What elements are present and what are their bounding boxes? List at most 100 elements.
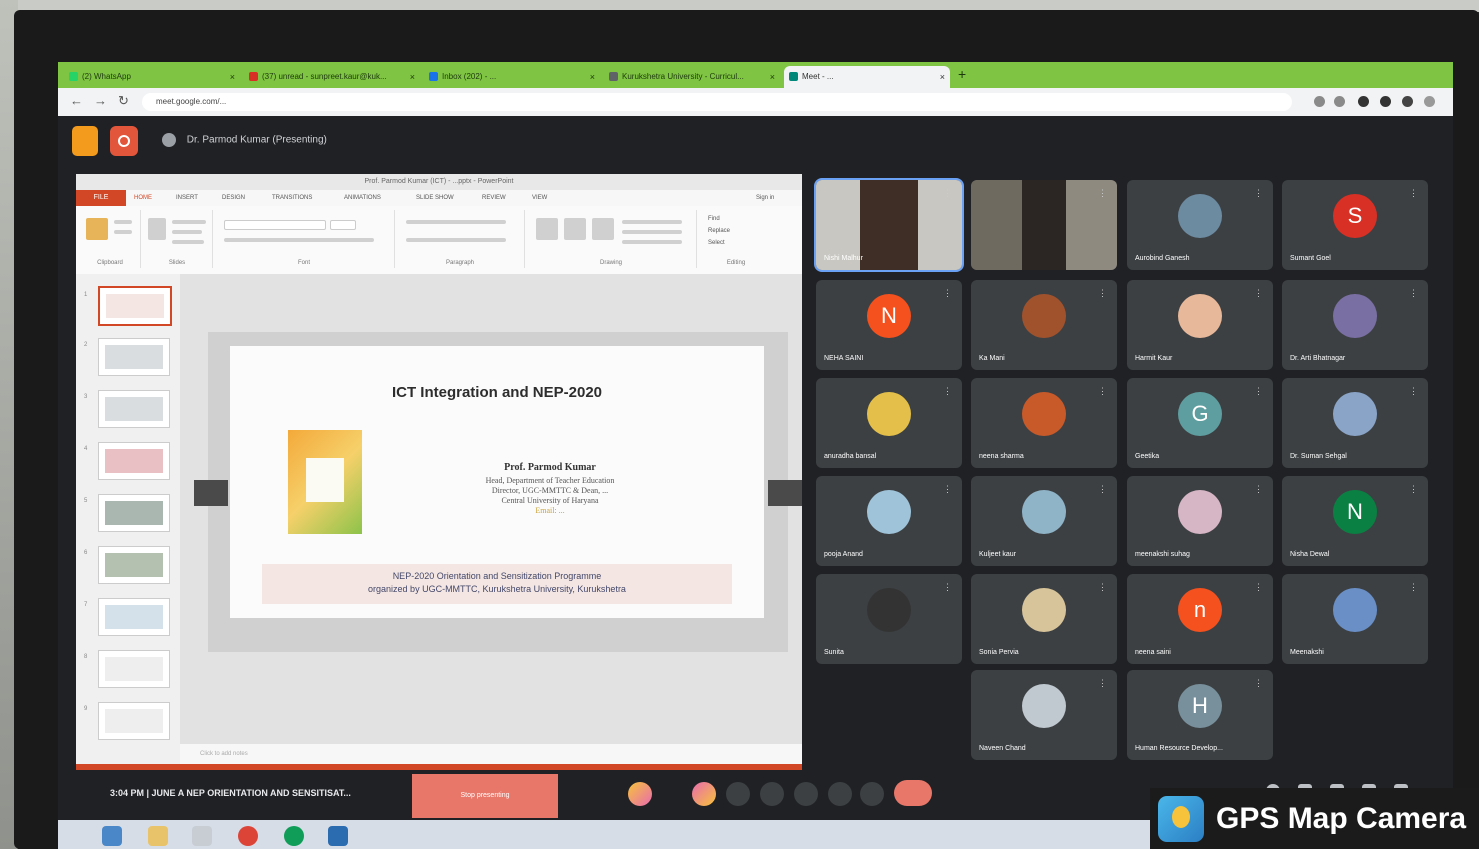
- more-options-icon[interactable]: [860, 782, 884, 806]
- profile-avatar[interactable]: [1402, 96, 1413, 107]
- slide-thumbnail[interactable]: [98, 338, 170, 376]
- tab-view[interactable]: VIEW: [532, 190, 547, 206]
- arrow-forward-icon[interactable]: →: [94, 93, 107, 108]
- slide-thumbnail[interactable]: [98, 286, 172, 326]
- participant-tile[interactable]: anuradha bansal ⋮: [816, 378, 962, 468]
- browser-tab-mail[interactable]: (37) unread - sunpreet.kaur@kuk... ×: [244, 66, 420, 88]
- participant-tile[interactable]: pooja Anand ⋮: [816, 476, 962, 566]
- new-tab-button[interactable]: +: [958, 66, 966, 82]
- slides-app-button[interactable]: [72, 126, 98, 156]
- participant-tile[interactable]: n neena saini ⋮: [1127, 574, 1273, 664]
- tab-insert[interactable]: INSERT: [176, 190, 198, 206]
- more-vert-icon[interactable]: ⋮: [1409, 188, 1418, 199]
- more-vert-icon[interactable]: ⋮: [1098, 484, 1107, 495]
- media-player-icon[interactable]: [192, 826, 212, 846]
- font-format-buttons[interactable]: [224, 238, 374, 242]
- tab-home[interactable]: HOME: [134, 190, 152, 206]
- more-vert-icon[interactable]: ⋮: [1254, 582, 1263, 593]
- present-screen-icon[interactable]: [794, 782, 818, 806]
- slide-thumbnail[interactable]: [98, 702, 170, 740]
- extension-icon[interactable]: [1314, 96, 1325, 107]
- arrange-icon[interactable]: [564, 218, 586, 240]
- tab-review[interactable]: REVIEW: [482, 190, 506, 206]
- more-vert-icon[interactable]: ⋮: [1098, 678, 1107, 689]
- more-vert-icon[interactable]: ⋮: [1409, 582, 1418, 593]
- section-button[interactable]: [172, 240, 204, 244]
- word-icon[interactable]: [328, 826, 348, 846]
- reload-icon[interactable]: ↻: [118, 93, 129, 109]
- windows-start-icon[interactable]: [102, 826, 122, 846]
- participant-tile[interactable]: Aurobind Ganesh ⋮: [1127, 180, 1273, 270]
- more-vert-icon[interactable]: ⋮: [943, 188, 952, 199]
- more-vert-icon[interactable]: ⋮: [1409, 288, 1418, 299]
- more-vert-icon[interactable]: ⋮: [1098, 288, 1107, 299]
- close-icon[interactable]: ×: [230, 66, 235, 88]
- new-slide-icon[interactable]: [148, 218, 166, 240]
- notes-pane[interactable]: Click to add notes: [180, 744, 802, 764]
- font-name-select[interactable]: [224, 220, 326, 230]
- extensions-puzzle-icon[interactable]: [1380, 96, 1391, 107]
- more-vert-icon[interactable]: ⋮: [1254, 288, 1263, 299]
- more-vert-icon[interactable]: ⋮: [1098, 188, 1107, 199]
- find-button[interactable]: Find: [708, 216, 720, 222]
- tab-slide-show[interactable]: SLIDE SHOW: [416, 190, 454, 206]
- sign-in-link[interactable]: Sign in: [756, 190, 774, 206]
- more-vert-icon[interactable]: ⋮: [1254, 386, 1263, 397]
- extension-icon[interactable]: [1334, 96, 1345, 107]
- address-bar[interactable]: meet.google.com/...: [142, 93, 1292, 111]
- close-icon[interactable]: ×: [940, 66, 945, 88]
- shapes-icon[interactable]: [536, 218, 558, 240]
- shape-outline-button[interactable]: [622, 230, 682, 234]
- more-vert-icon[interactable]: ⋮: [943, 582, 952, 593]
- participant-tile[interactable]: G Geetika ⋮: [1127, 378, 1273, 468]
- camera-icon[interactable]: [692, 782, 716, 806]
- more-vert-icon[interactable]: ⋮: [1254, 678, 1263, 689]
- end-call-button[interactable]: [894, 780, 932, 806]
- participant-tile[interactable]: Nishi Malhur ⋮: [814, 178, 964, 272]
- participant-tile[interactable]: Sonia Pervia ⋮: [971, 574, 1117, 664]
- microphone-icon[interactable]: [628, 782, 652, 806]
- participant-tile[interactable]: N NEHA SAINI ⋮: [816, 280, 962, 370]
- cut-icon[interactable]: [114, 220, 132, 224]
- more-vert-icon[interactable]: ⋮: [943, 288, 952, 299]
- font-size-select[interactable]: [330, 220, 356, 230]
- emoji-icon[interactable]: [760, 782, 784, 806]
- browser-tab-inbox[interactable]: Inbox (202) - ... ×: [424, 66, 600, 88]
- record-button[interactable]: [110, 126, 138, 156]
- chrome-icon[interactable]: [284, 826, 304, 846]
- stop-presenting-button[interactable]: Stop presenting: [412, 774, 558, 818]
- previous-slide-arrow[interactable]: [194, 480, 228, 506]
- more-vert-icon[interactable]: ⋮: [1409, 386, 1418, 397]
- chrome-icon[interactable]: [238, 826, 258, 846]
- raise-hand-icon[interactable]: [828, 782, 852, 806]
- replace-button[interactable]: Replace: [708, 228, 730, 234]
- participant-tile[interactable]: Meenakshi ⋮: [1282, 574, 1428, 664]
- list-buttons[interactable]: [406, 220, 506, 224]
- more-vert-icon[interactable]: ⋮: [1409, 484, 1418, 495]
- select-button[interactable]: Select: [708, 240, 725, 246]
- slide-thumbnail[interactable]: [98, 494, 170, 532]
- slide-thumbnail[interactable]: [98, 390, 170, 428]
- slide-thumbnail[interactable]: [98, 546, 170, 584]
- browser-tab-meet[interactable]: Meet - ... ×: [784, 66, 950, 88]
- bookmark-star-icon[interactable]: [1358, 96, 1369, 107]
- captions-icon[interactable]: [726, 782, 750, 806]
- participant-tile[interactable]: Ka Mani ⋮: [971, 280, 1117, 370]
- participant-tile[interactable]: Naveen Chand ⋮: [971, 670, 1117, 760]
- browser-tab-whatsapp[interactable]: (2) WhatsApp ×: [64, 66, 240, 88]
- close-icon[interactable]: ×: [590, 66, 595, 88]
- align-buttons[interactable]: [406, 238, 506, 242]
- slide-thumbnail[interactable]: [98, 650, 170, 688]
- more-vert-icon[interactable]: ⋮: [1098, 582, 1107, 593]
- arrow-back-icon[interactable]: ←: [70, 93, 83, 108]
- participant-tile[interactable]: ⋮: [971, 180, 1117, 270]
- browser-tab-university[interactable]: Kurukshetra University - Curricul... ×: [604, 66, 780, 88]
- participant-tile[interactable]: neena sharma ⋮: [971, 378, 1117, 468]
- next-slide-arrow[interactable]: [768, 480, 802, 506]
- participant-tile[interactable]: H Human Resource Develop... ⋮: [1127, 670, 1273, 760]
- participant-tile[interactable]: meenakshi suhag ⋮: [1127, 476, 1273, 566]
- more-vert-icon[interactable]: ⋮: [1254, 484, 1263, 495]
- participant-tile[interactable]: N Nisha Dewal ⋮: [1282, 476, 1428, 566]
- quick-styles-icon[interactable]: [592, 218, 614, 240]
- more-vert-icon[interactable]: ⋮: [1254, 188, 1263, 199]
